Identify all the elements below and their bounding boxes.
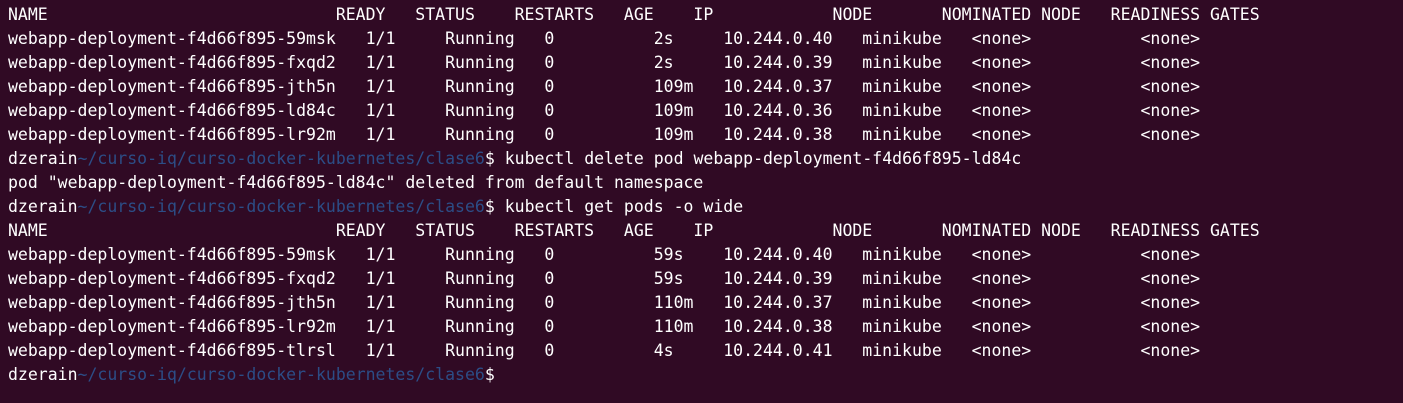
prompt-symbol: $ [484, 365, 495, 384]
prompt-path: ~/curso-iq/curso-docker-kubernetes/clase… [77, 197, 485, 216]
prompt-user: dzerain [8, 149, 78, 168]
table-row: webapp-deployment-f4d66f895-fxqd2 1/1 Ru… [8, 269, 1201, 288]
table-row: webapp-deployment-f4d66f895-ld84c 1/1 Ru… [8, 101, 1201, 120]
table-header-row: NAME READY STATUS RESTARTS AGE IP NODE N… [8, 5, 1260, 24]
prompt-user: dzerain [8, 197, 78, 216]
terminal-window[interactable]: NAME READY STATUS RESTARTS AGE IP NODE N… [0, 0, 1403, 403]
table-header-row: NAME READY STATUS RESTARTS AGE IP NODE N… [8, 221, 1260, 240]
prompt-line: dzerain~/curso-iq/curso-docker-kubernete… [8, 195, 1403, 219]
prompt-symbol: $ [484, 149, 505, 168]
command-text: kubectl delete pod webapp-deployment-f4d… [504, 149, 1022, 168]
table-row: webapp-deployment-f4d66f895-jth5n 1/1 Ru… [8, 77, 1201, 96]
table-row: webapp-deployment-f4d66f895-lr92m 1/1 Ru… [8, 317, 1201, 336]
prompt-user: dzerain [8, 365, 78, 384]
command-text: kubectl get pods -o wide [504, 197, 744, 216]
table-row: webapp-deployment-f4d66f895-jth5n 1/1 Ru… [8, 293, 1201, 312]
table-row: webapp-deployment-f4d66f895-59msk 1/1 Ru… [8, 245, 1201, 264]
table-row: webapp-deployment-f4d66f895-59msk 1/1 Ru… [8, 29, 1201, 48]
command-output: pod "webapp-deployment-f4d66f895-ld84c" … [8, 173, 704, 192]
prompt-line: dzerain~/curso-iq/curso-docker-kubernete… [8, 147, 1403, 171]
prompt-line-active[interactable]: dzerain~/curso-iq/curso-docker-kubernete… [8, 363, 1403, 387]
table-row: webapp-deployment-f4d66f895-tlrsl 1/1 Ru… [8, 341, 1201, 360]
table-row: webapp-deployment-f4d66f895-fxqd2 1/1 Ru… [8, 53, 1201, 72]
prompt-path: ~/curso-iq/curso-docker-kubernetes/clase… [77, 365, 485, 384]
prompt-path: ~/curso-iq/curso-docker-kubernetes/clase… [77, 149, 485, 168]
table-row: webapp-deployment-f4d66f895-lr92m 1/1 Ru… [8, 125, 1201, 144]
prompt-symbol: $ [484, 197, 505, 216]
